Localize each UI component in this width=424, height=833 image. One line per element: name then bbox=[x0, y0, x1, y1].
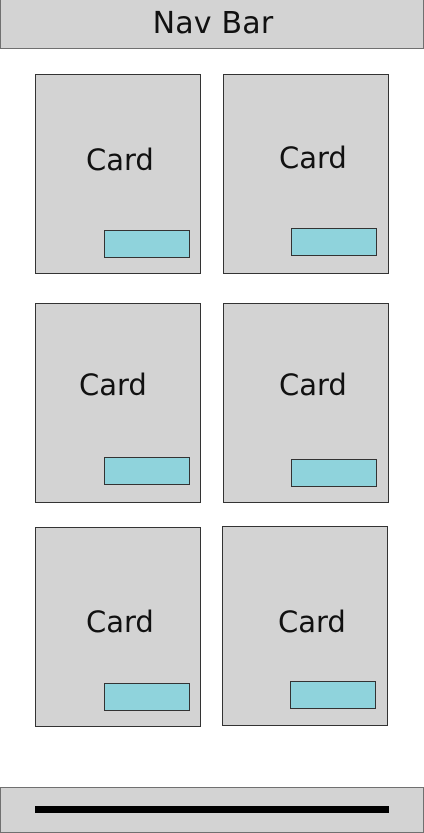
app-screen: Nav Bar Card Card Card Card Card Card bbox=[0, 0, 424, 833]
card-label: Card bbox=[86, 605, 154, 639]
home-indicator[interactable] bbox=[35, 806, 389, 813]
nav-title: Nav Bar bbox=[152, 6, 274, 41]
card-label: Card bbox=[279, 368, 347, 402]
card-4[interactable]: Card bbox=[223, 303, 389, 503]
card-action-button[interactable] bbox=[104, 457, 190, 485]
card-label: Card bbox=[86, 143, 154, 177]
card-label: Card bbox=[278, 605, 346, 639]
card-action-button[interactable] bbox=[104, 230, 190, 258]
card-3[interactable]: Card bbox=[35, 303, 201, 503]
bottom-bar bbox=[0, 787, 424, 833]
card-action-button[interactable] bbox=[291, 459, 377, 487]
card-label: Card bbox=[279, 141, 347, 175]
card-action-button[interactable] bbox=[290, 681, 376, 709]
card-1[interactable]: Card bbox=[35, 74, 201, 274]
nav-bar: Nav Bar bbox=[0, 0, 424, 49]
card-label: Card bbox=[79, 368, 147, 402]
card-2[interactable]: Card bbox=[223, 74, 389, 274]
card-5[interactable]: Card bbox=[35, 527, 201, 727]
card-6[interactable]: Card bbox=[222, 526, 388, 726]
card-action-button[interactable] bbox=[104, 683, 190, 711]
card-action-button[interactable] bbox=[291, 228, 377, 256]
